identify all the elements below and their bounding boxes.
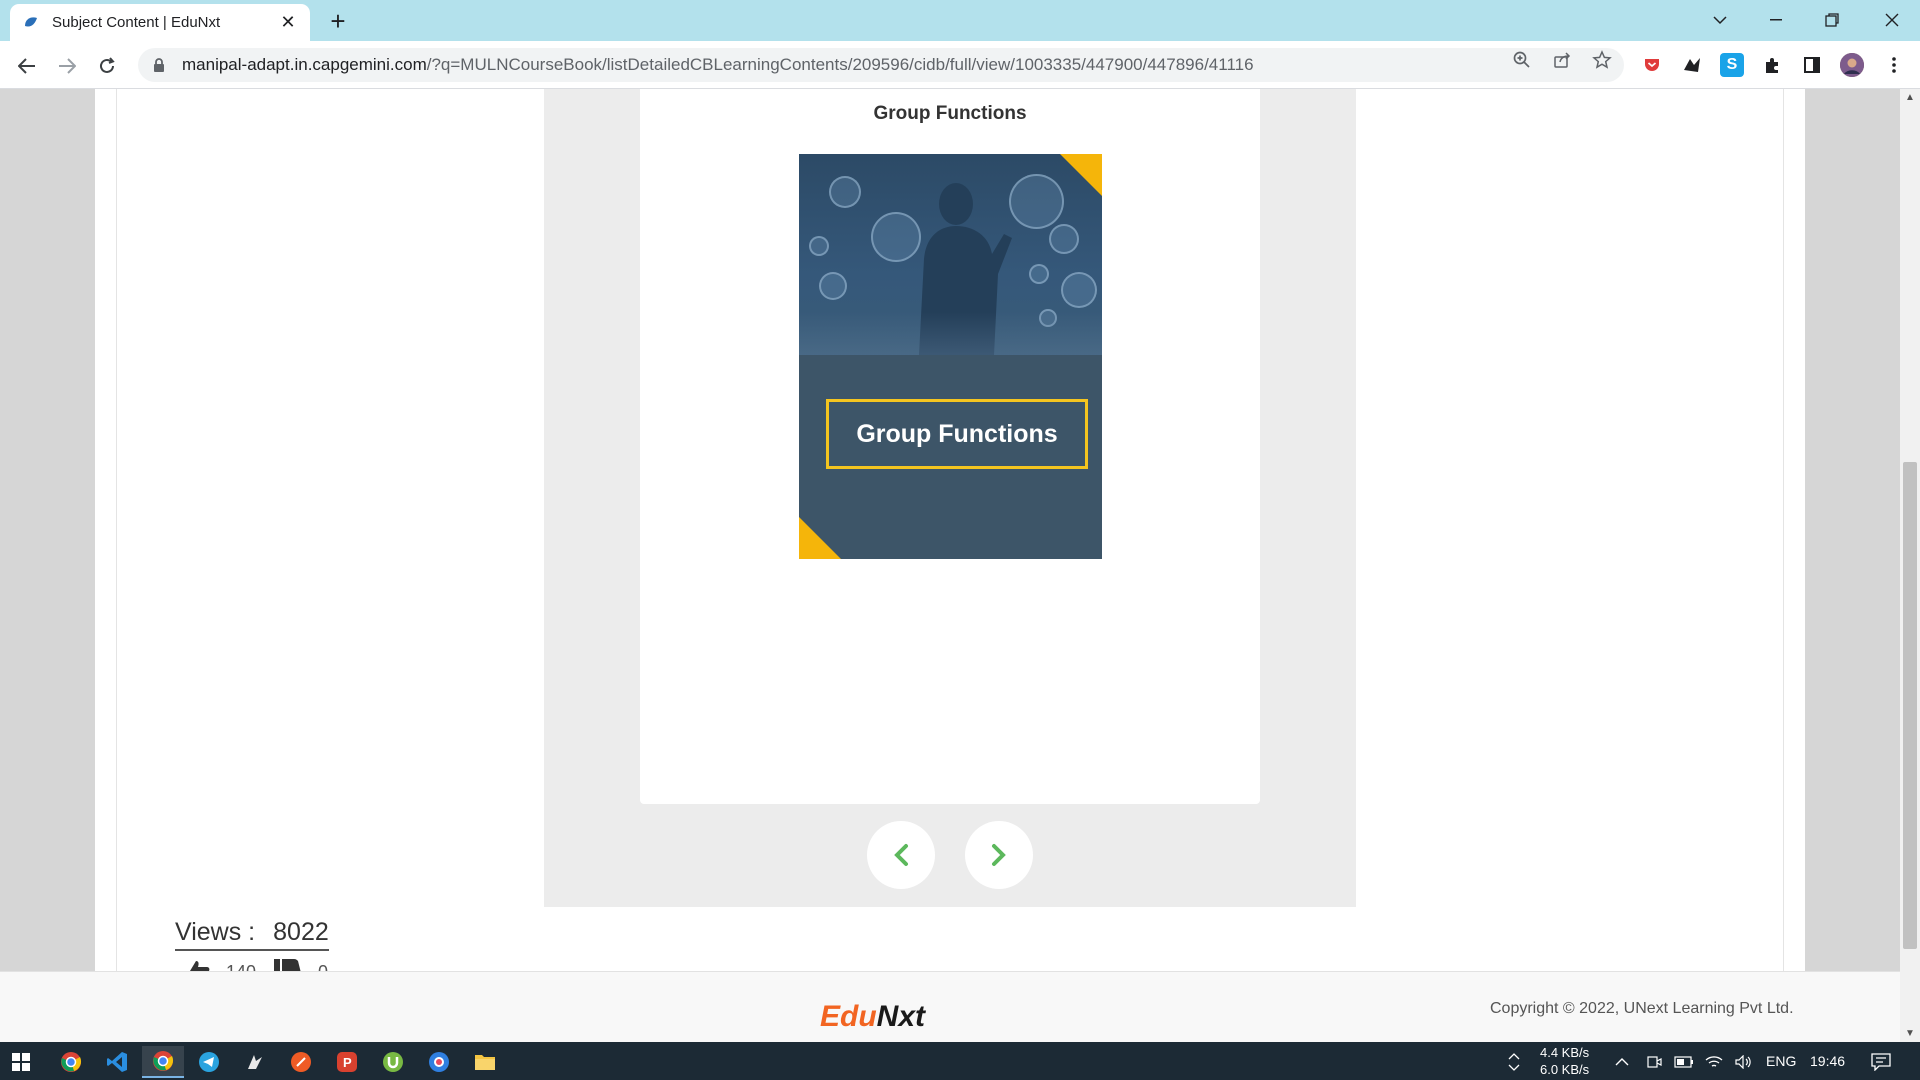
reload-button[interactable] [92,51,122,81]
previous-page-button[interactable] [867,821,935,889]
edunxt-logo[interactable]: EduNxt [820,1000,925,1034]
chrome-menu-icon[interactable] [1882,53,1906,77]
cover-label-box: Group Functions [826,399,1088,469]
tab-close-icon[interactable]: ✕ [278,12,298,33]
clock-time[interactable]: 19:46 [1810,1053,1845,1069]
volume-icon[interactable] [1726,1046,1762,1078]
cover-corner-accent [799,517,841,559]
lock-icon[interactable] [152,57,166,73]
network-download-speed: 6.0 KB/s [1540,1062,1590,1077]
views-label: Views : [175,918,256,946]
windows-taskbar: P 4.4 KB/s 6.0 KB/s ENG 19:46 [0,1042,1920,1080]
profile-avatar[interactable] [1840,53,1864,77]
next-page-button[interactable] [965,821,1033,889]
back-button[interactable] [12,51,42,81]
views-counter: Views : 8022 [175,918,329,951]
new-tab-button[interactable]: + [323,7,353,37]
copyright-text: Copyright © 2022, UNext Learning Pvt Ltd… [1490,1000,1794,1017]
forward-button[interactable] [52,51,82,81]
s-extension-icon[interactable]: S [1720,53,1744,77]
views-value: 8022 [273,918,329,946]
scroll-up-arrow-icon[interactable]: ▲ [1900,89,1920,106]
minimize-button[interactable] [1748,0,1804,40]
chevron-left-icon [894,844,908,866]
chrome-active-taskbar-icon[interactable] [142,1046,184,1078]
scroll-down-arrow-icon[interactable]: ▼ [1900,1025,1920,1042]
input-language[interactable]: ENG [1766,1053,1796,1069]
file-explorer-taskbar-icon[interactable] [464,1046,506,1078]
close-window-button[interactable] [1864,0,1920,40]
vscode-taskbar-icon[interactable] [96,1046,138,1078]
restore-button[interactable] [1804,0,1860,40]
page-viewport: Group Functions Group Functions Views: … [0,89,1920,1042]
page-title: Group Functions [873,103,1027,124]
book-cover-image: Group Functions [799,154,1102,559]
page-footer: EduNxt Copyright © 2022, UNext Learning … [0,971,1900,1042]
bookmark-star-icon[interactable] [1591,49,1613,71]
utorrent-taskbar-icon[interactable] [372,1046,414,1078]
chrome-taskbar-icon[interactable] [50,1046,92,1078]
extensions-puzzle-icon[interactable] [1760,53,1784,77]
cover-corner-accent [1060,154,1102,196]
browser-tab[interactable]: Subject Content | EduNxt ✕ [10,4,310,41]
pocket-extension-icon[interactable] [1640,53,1664,77]
cover-photo [799,154,1102,355]
postman-taskbar-icon[interactable] [280,1046,322,1078]
tab-search-icon[interactable] [1692,0,1748,40]
tab-title: Subject Content | EduNxt [52,14,221,31]
telegram-taskbar-icon[interactable] [188,1046,230,1078]
tray-expand-icon[interactable] [1494,1046,1534,1078]
scrollbar-thumb[interactable] [1903,462,1917,949]
extension-dark-icon[interactable] [1680,53,1704,77]
side-panel-icon[interactable] [1800,53,1824,77]
browser-taskbar-icon[interactable] [418,1046,460,1078]
zoom-icon[interactable] [1511,49,1533,71]
browser-toolbar: manipal-adapt.in.capgemini.com/?q=MULNCo… [0,41,1920,89]
windows-start-icon[interactable] [0,1046,42,1078]
chevron-right-icon [992,844,1006,866]
tab-strip: Subject Content | EduNxt ✕ + [0,0,1920,41]
edunxt-favicon-icon [25,16,37,27]
url-text[interactable]: manipal-adapt.in.capgemini.com/?q=MULNCo… [182,55,1254,75]
chevron-up-icon[interactable] [1604,1046,1640,1078]
p-app-taskbar-icon[interactable]: P [326,1046,368,1078]
inkscape-taskbar-icon[interactable] [234,1046,276,1078]
network-upload-speed: 4.4 KB/s [1540,1045,1590,1060]
notifications-icon[interactable] [1860,1046,1902,1078]
cover-label: Group Functions [856,419,1058,448]
svg-text:P: P [343,1055,352,1070]
vertical-scrollbar[interactable]: ▲ ▼ [1900,89,1920,1042]
share-icon[interactable] [1551,49,1573,71]
address-bar[interactable]: manipal-adapt.in.capgemini.com/?q=MULNCo… [138,48,1624,82]
